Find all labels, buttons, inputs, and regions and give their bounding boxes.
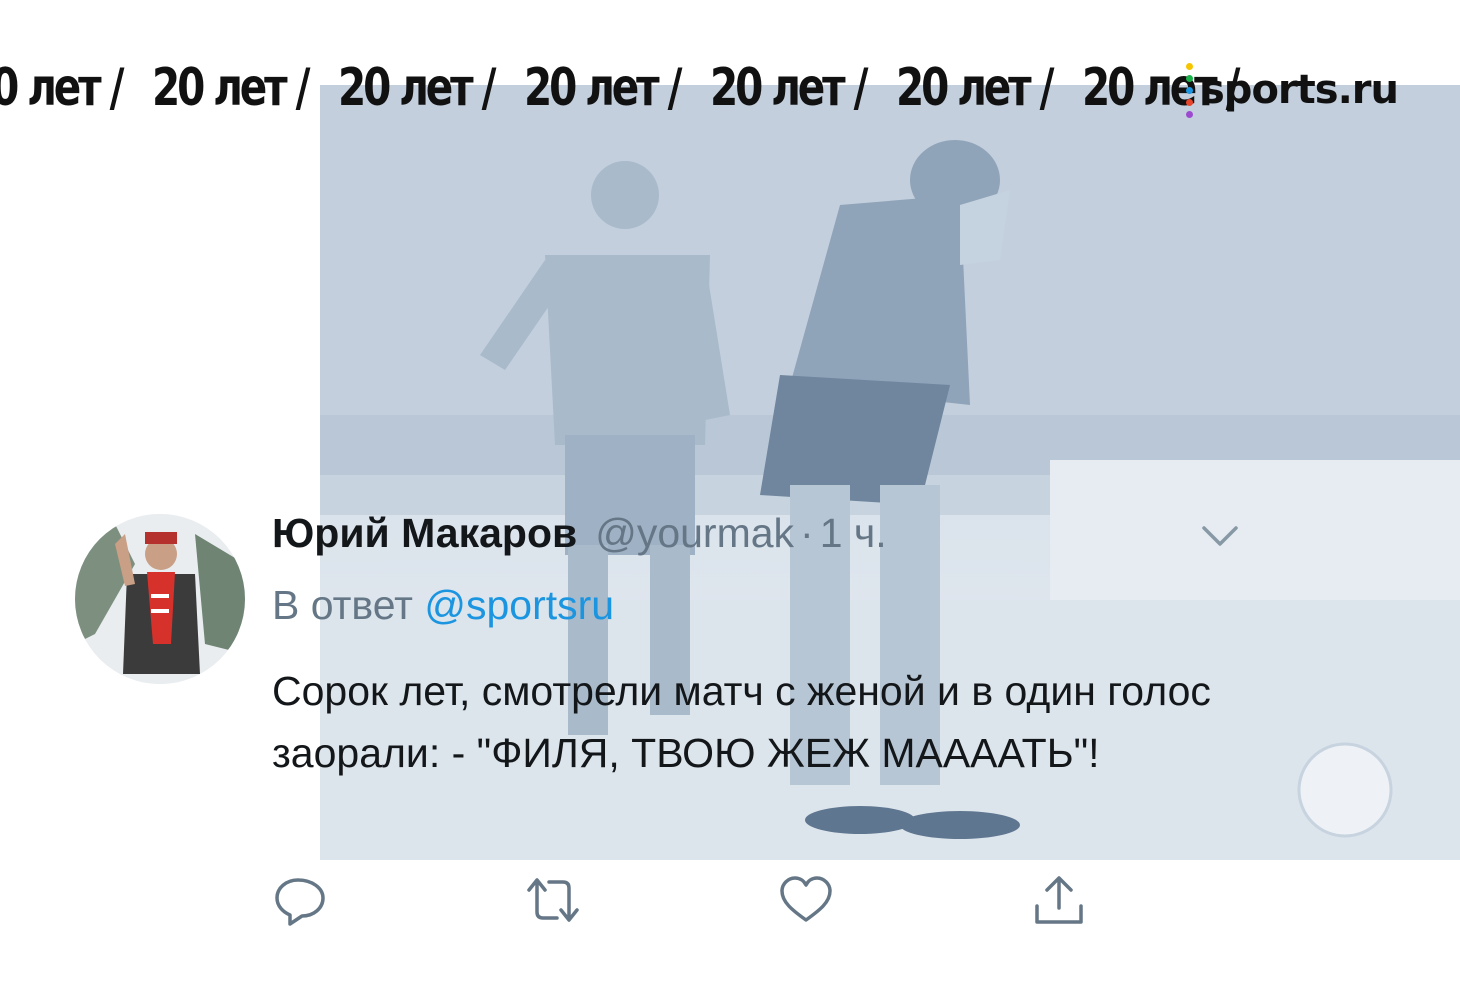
logo-dots-icon xyxy=(1186,62,1193,118)
logo-dot xyxy=(1186,74,1193,82)
retweet-icon[interactable] xyxy=(525,872,581,928)
reply-icon[interactable] xyxy=(272,872,328,928)
logo-dot xyxy=(1186,98,1193,106)
sports-ru-logo: sports.ru xyxy=(1186,62,1399,118)
logo-text: sports.ru xyxy=(1201,67,1399,113)
like-icon[interactable] xyxy=(778,872,834,928)
logo-dot xyxy=(1186,86,1193,94)
banner-item: 20 лет / xyxy=(0,58,124,118)
banner-item: 20 лет / xyxy=(896,58,1054,118)
tweet-header: Юрий Макаров @yourmak · 1 ч. xyxy=(272,510,887,566)
reply-mention-link[interactable]: @sportsru xyxy=(424,582,614,628)
author-name[interactable]: Юрий Макаров xyxy=(272,510,577,557)
tweet-time[interactable]: 1 ч. xyxy=(820,510,887,557)
logo-dot xyxy=(1186,62,1193,70)
banner-item: 20 лет / xyxy=(152,58,310,118)
banner-item: 20 лет / xyxy=(710,58,868,118)
share-icon[interactable] xyxy=(1031,872,1087,928)
avatar[interactable] xyxy=(75,514,245,684)
reply-context: В ответ @sportsru xyxy=(272,582,614,629)
banner-item: 20 лет / xyxy=(338,58,496,118)
reply-prefix: В ответ xyxy=(272,582,413,628)
avatar-image xyxy=(75,514,245,684)
logo-dot xyxy=(1186,110,1193,118)
chevron-down-icon[interactable] xyxy=(1198,518,1242,554)
author-handle[interactable]: @yourmak xyxy=(595,510,794,557)
separator: · xyxy=(800,510,814,556)
banner-item: 20 лет / xyxy=(524,58,682,118)
banner-track: 20 лет / 20 лет / 20 лет / 20 лет / 20 л… xyxy=(0,48,1268,128)
tweet-text: Сорок лет, смотрели матч с женой и в оди… xyxy=(272,668,1211,776)
